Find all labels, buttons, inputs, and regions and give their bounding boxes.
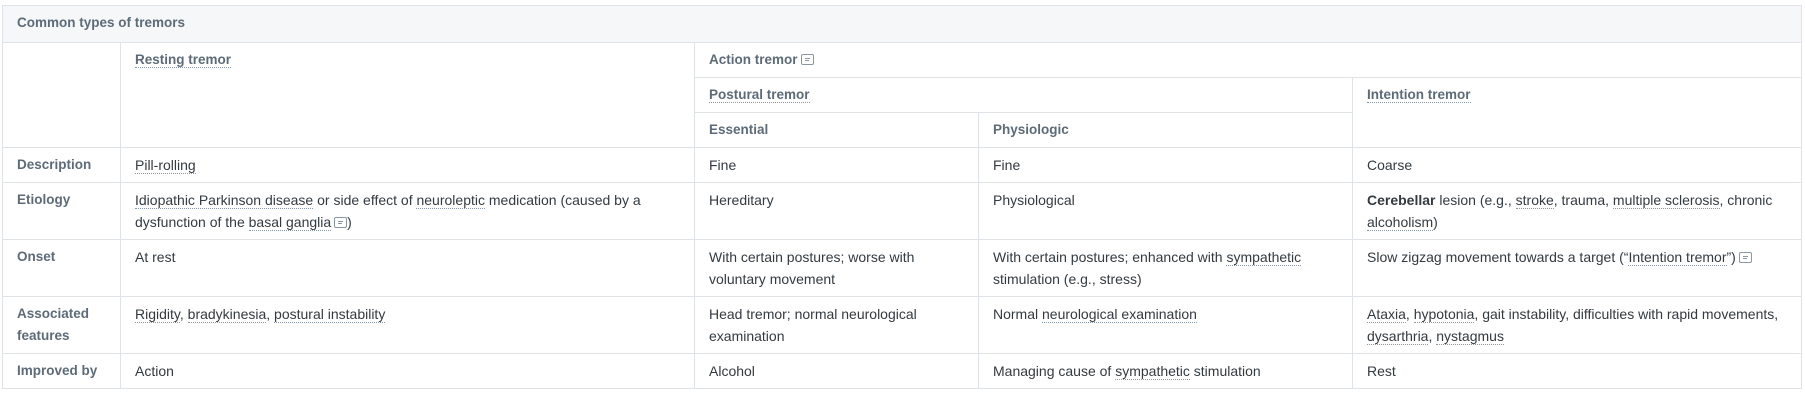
cell-resting-etiology: Idiopathic Parkinson disease or side eff… <box>120 182 695 240</box>
cell-physiologic-improved: Managing cause of sympathetic stimulatio… <box>978 353 1353 389</box>
cell-intention-associated: Ataxia, hypotonia, gait instability, dif… <box>1352 296 1802 354</box>
row-label-description: Description <box>2 147 121 183</box>
empty-corner-cell <box>2 42 121 148</box>
row-label-associated-features: Associated features <box>2 296 121 354</box>
action-tremor-label: Action tremor <box>709 52 798 67</box>
ataxia-link[interactable]: Ataxia <box>1367 306 1406 323</box>
text: Normal <box>993 306 1043 322</box>
cell-resting-onset: At rest <box>120 239 695 297</box>
text: , <box>179 306 188 322</box>
table-row: Associated features Rigidity, bradykines… <box>2 296 1802 354</box>
resting-tremor-link[interactable]: Resting tremor <box>135 52 232 68</box>
header-resting-tremor: Resting tremor <box>120 42 695 148</box>
text: lesion (e.g., <box>1435 192 1516 208</box>
cell-physiologic-etiology: Physiological <box>978 182 1353 240</box>
cell-intention-onset: Slow zigzag movement towards a target (“… <box>1352 239 1802 297</box>
text: stimulation (e.g., stress) <box>993 271 1142 287</box>
pill-rolling-link[interactable]: Pill-rolling <box>135 157 196 174</box>
text: , <box>266 306 275 322</box>
cerebellar-text: Cerebellar <box>1367 192 1436 208</box>
text: , gait instability, difficulties with ra… <box>1474 306 1779 322</box>
postural-tremor-link[interactable]: Postural tremor <box>709 87 810 103</box>
parkinson-link[interactable]: Idiopathic Parkinson disease <box>135 192 314 209</box>
cell-intention-improved: Rest <box>1352 353 1802 389</box>
text: Managing cause of <box>993 363 1116 379</box>
table-row: Improved by Action Alcohol Managing caus… <box>2 353 1802 389</box>
tremor-types-table: Common types of tremors Resting tremor A… <box>2 5 1802 389</box>
row-label-improved-by: Improved by <box>2 353 121 389</box>
text: , <box>1405 306 1414 322</box>
cell-essential-description: Fine <box>694 147 979 183</box>
multiple-sclerosis-link[interactable]: multiple sclerosis <box>1612 192 1720 209</box>
alcoholism-link[interactable]: alcoholism <box>1367 214 1434 231</box>
text: , chronic <box>1719 192 1773 208</box>
sympathetic-link[interactable]: sympathetic <box>1115 363 1190 380</box>
header-essential: Essential <box>694 112 979 148</box>
text: or side effect of <box>313 192 417 208</box>
cell-essential-associated: Head tremor; normal neurological examina… <box>694 296 979 354</box>
text: stimulation <box>1189 363 1261 379</box>
text: ) <box>347 214 352 230</box>
header-action-tremor: Action tremor <box>694 42 1802 78</box>
header-intention-tremor: Intention tremor <box>1352 77 1802 148</box>
intention-tremor-link[interactable]: Intention tremor <box>1367 87 1471 103</box>
table-caption-row: Common types of tremors <box>2 5 1802 43</box>
cell-resting-improved: Action <box>120 353 695 389</box>
basal-ganglia-link[interactable]: basal ganglia <box>248 214 332 231</box>
header-row-1: Resting tremor Action tremor <box>2 42 1802 148</box>
row-label-onset: Onset <box>2 239 121 297</box>
cell-resting-associated: Rigidity, bradykinesia, postural instabi… <box>120 296 695 354</box>
neuroleptic-link[interactable]: neuroleptic <box>416 192 485 209</box>
bradykinesia-link[interactable]: bradykinesia <box>187 306 267 323</box>
text: ”) <box>1726 249 1736 265</box>
row-label-etiology: Etiology <box>2 182 121 240</box>
text: ) <box>1433 214 1438 230</box>
header-physiologic: Physiologic <box>978 112 1353 148</box>
stroke-link[interactable]: stroke <box>1515 192 1554 209</box>
hypotonia-link[interactable]: hypotonia <box>1413 306 1475 323</box>
cell-resting-description: Pill-rolling <box>120 147 695 183</box>
text: Slow zigzag movement towards a target (“ <box>1367 249 1629 265</box>
cell-essential-etiology: Hereditary <box>694 182 979 240</box>
nystagmus-link[interactable]: nystagmus <box>1436 328 1504 345</box>
neurological-examination-link[interactable]: neurological examination <box>1042 306 1197 323</box>
table-caption: Common types of tremors <box>2 5 1802 43</box>
table-row: Description Pill-rolling Fine Fine Coars… <box>2 147 1802 183</box>
table-row: Etiology Idiopathic Parkinson disease or… <box>2 182 1802 240</box>
note-icon[interactable] <box>334 217 348 228</box>
rigidity-link[interactable]: Rigidity <box>135 306 180 323</box>
text: With certain postures; enhanced with <box>993 249 1227 265</box>
cell-physiologic-associated: Normal neurological examination <box>978 296 1353 354</box>
cell-physiologic-onset: With certain postures; enhanced with sym… <box>978 239 1353 297</box>
dysarthria-link[interactable]: dysarthria <box>1367 328 1429 345</box>
cell-physiologic-description: Fine <box>978 147 1353 183</box>
note-icon[interactable] <box>800 54 814 65</box>
cell-essential-onset: With certain postures; worse with volunt… <box>694 239 979 297</box>
table-row: Onset At rest With certain postures; wor… <box>2 239 1802 297</box>
text: , trauma, <box>1553 192 1613 208</box>
cell-intention-etiology: Cerebellar lesion (e.g., stroke, trauma,… <box>1352 182 1802 240</box>
header-postural-tremor: Postural tremor <box>694 77 1353 113</box>
cell-essential-improved: Alcohol <box>694 353 979 389</box>
note-icon[interactable] <box>1738 252 1752 263</box>
postural-instability-link[interactable]: postural instability <box>274 306 386 323</box>
cell-intention-description: Coarse <box>1352 147 1802 183</box>
sympathetic-link[interactable]: sympathetic <box>1226 249 1302 266</box>
intention-tremor-inline-link[interactable]: Intention tremor <box>1628 249 1727 266</box>
